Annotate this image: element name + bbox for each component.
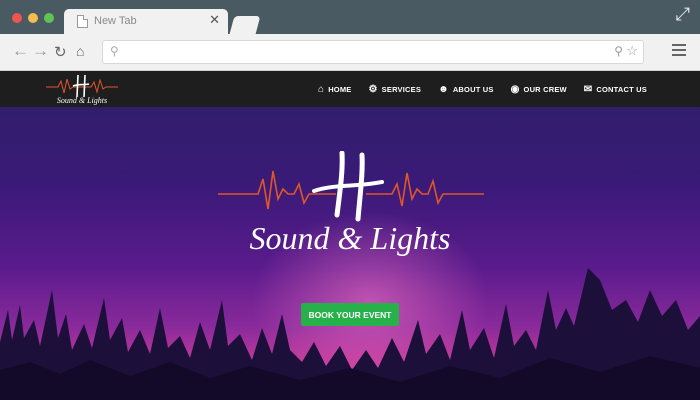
- home-icon: ⌂: [317, 83, 325, 95]
- close-window-button[interactable]: [12, 13, 22, 23]
- user-icon: ☻: [438, 83, 449, 95]
- browser-titlebar: New Tab ✕ ⤢: [0, 0, 700, 34]
- site-navbar: Sound & Lights ⌂ HOME ⚙ SERVICES ☻ ABOUT…: [0, 71, 700, 107]
- bookmark-star-icon[interactable]: ☆: [626, 43, 638, 59]
- minimize-window-button[interactable]: [28, 13, 38, 23]
- nav-item-label: HOME: [328, 84, 352, 94]
- nav-item-contact-us[interactable]: ✉ CONTACT US: [584, 84, 647, 95]
- site-logo[interactable]: Sound & Lights: [44, 73, 120, 105]
- home-icon[interactable]: ⌂: [76, 43, 84, 59]
- hamburger-menu-icon[interactable]: [672, 41, 686, 59]
- nav-item-our-crew[interactable]: ◉ OUR CREW: [511, 84, 567, 95]
- browser-window: New Tab ✕ ⤢ ← → ↻ ⌂ ⚲ ⚲ ☆ Sound & Lights: [0, 0, 700, 400]
- site-nav-menu: ⌂ HOME ⚙ SERVICES ☻ ABOUT US ◉ OUR CREW …: [318, 71, 647, 107]
- document-icon: [77, 15, 88, 28]
- zoom-icon[interactable]: ⚲: [614, 44, 623, 58]
- browser-toolbar: ← → ↻ ⌂ ⚲ ⚲ ☆: [0, 34, 700, 71]
- envelope-icon: ✉: [583, 83, 593, 95]
- nav-item-home[interactable]: ⌂ HOME: [318, 84, 352, 95]
- nav-item-services[interactable]: ⚙ SERVICES: [369, 84, 422, 95]
- search-icon: ⚲: [110, 44, 119, 58]
- browser-tab[interactable]: New Tab ✕: [64, 9, 228, 34]
- maximize-window-button[interactable]: [44, 13, 54, 23]
- nav-item-about-us[interactable]: ☻ ABOUT US: [438, 84, 494, 95]
- tab-close-icon[interactable]: ✕: [209, 12, 220, 28]
- address-bar[interactable]: ⚲ ⚲ ☆: [102, 40, 644, 64]
- forward-arrow-icon[interactable]: →: [32, 41, 49, 61]
- tab-title: New Tab: [94, 15, 137, 27]
- website-page: Sound & Lights ⌂ HOME ⚙ SERVICES ☻ ABOUT…: [0, 71, 700, 400]
- logo-text: Sound & Lights: [57, 96, 107, 105]
- nav-item-label: ABOUT US: [452, 84, 494, 94]
- fullscreen-icon[interactable]: ⤢: [676, 4, 690, 25]
- nav-item-label: OUR CREW: [523, 84, 567, 94]
- crowd-silhouette: [0, 268, 700, 400]
- new-tab-button[interactable]: [229, 16, 261, 34]
- gear-icon: ⚙: [368, 83, 378, 95]
- reload-icon[interactable]: ↻: [54, 43, 67, 61]
- nav-item-label: CONTACT US: [596, 84, 647, 94]
- android-icon: ◉: [510, 83, 520, 95]
- back-arrow-icon[interactable]: ←: [12, 41, 29, 61]
- hero-logo: Sound & Lights: [218, 151, 484, 256]
- nav-item-label: SERVICES: [381, 84, 422, 94]
